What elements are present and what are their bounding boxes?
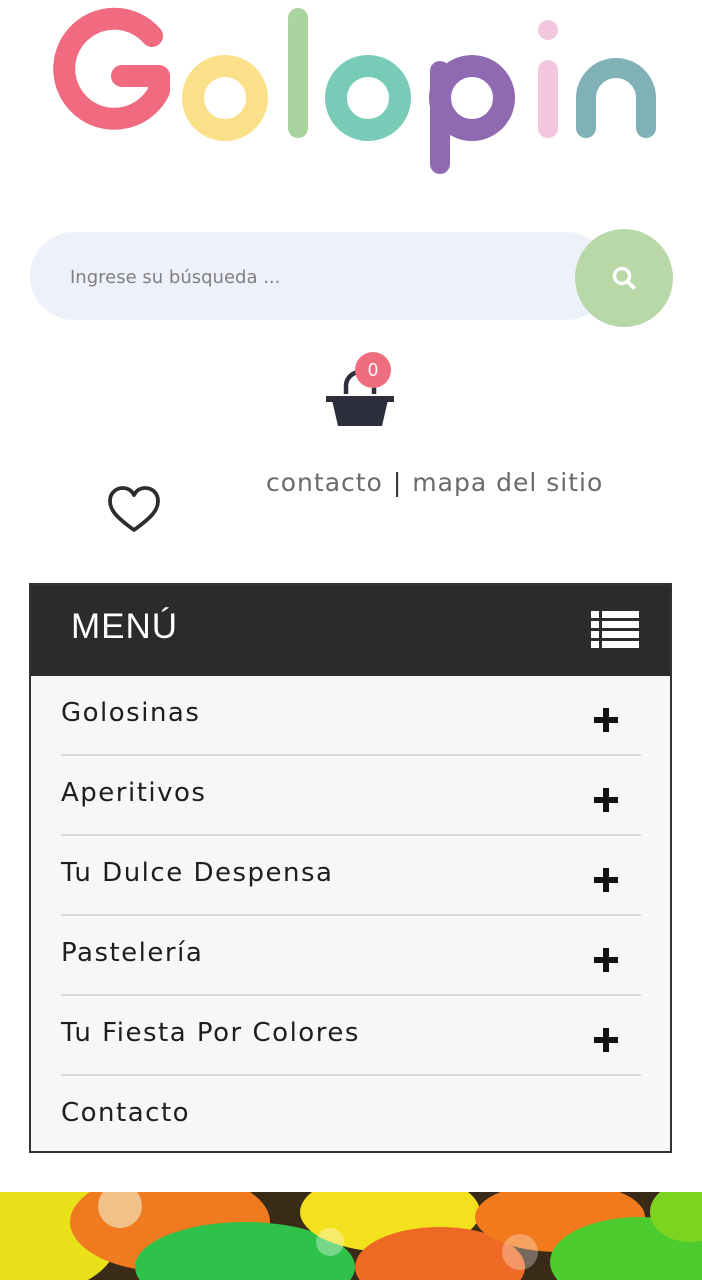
plus-icon[interactable]	[594, 788, 618, 812]
menu-item-label: Pastelería	[61, 938, 204, 968]
menu-item-label: Aperitivos	[61, 778, 207, 808]
search-bar	[30, 232, 610, 322]
menu-item-contacto[interactable]: Contacto	[61, 1076, 641, 1156]
search-icon	[612, 266, 636, 290]
menu-header[interactable]: MENÚ	[31, 585, 670, 676]
plus-icon[interactable]	[594, 868, 618, 892]
logo-letter-g	[53, 7, 170, 130]
menu-item-label: Tu Dulce Despensa	[61, 858, 334, 888]
cart-count-badge: 0	[355, 352, 391, 388]
candy-banner-image	[0, 1192, 702, 1280]
search-input[interactable]	[68, 232, 572, 322]
link-separator: |	[392, 468, 403, 497]
menu-item-tu-dulce-despensa[interactable]: Tu Dulce Despensa	[61, 836, 641, 916]
menu-item-tu-fiesta-por-colores[interactable]: Tu Fiesta Por Colores	[61, 996, 641, 1076]
logo-letter-o	[182, 55, 268, 141]
menu-item-golosinas[interactable]: Golosinas	[61, 676, 641, 756]
menu-title: MENÚ	[71, 607, 179, 646]
menu-item-label: Contacto	[61, 1098, 191, 1128]
search-button[interactable]	[575, 229, 673, 327]
golopin-logo[interactable]	[34, 6, 668, 176]
menu-item-pasteleria[interactable]: Pastelería	[61, 916, 641, 996]
top-links: contacto | mapa del sitio	[266, 468, 603, 497]
list-icon[interactable]	[591, 611, 639, 649]
contact-link[interactable]: contacto	[266, 468, 383, 497]
heart-icon[interactable]	[106, 484, 162, 536]
plus-icon[interactable]	[594, 948, 618, 972]
menu-items: Golosinas Aperitivos Tu Dulce Despensa P…	[61, 676, 641, 1156]
menu-item-aperitivos[interactable]: Aperitivos	[61, 756, 641, 836]
plus-icon[interactable]	[594, 708, 618, 732]
main-menu: MENÚ Golosinas Aperitivos Tu Dulce Despe…	[29, 583, 672, 1153]
plus-icon[interactable]	[594, 1028, 618, 1052]
logo-letter-o2	[325, 55, 411, 141]
menu-item-label: Tu Fiesta Por Colores	[61, 1018, 360, 1048]
menu-item-label: Golosinas	[61, 698, 201, 728]
logo-letter-i-dot	[538, 20, 558, 40]
logo-letter-n	[576, 58, 656, 138]
sitemap-link[interactable]: mapa del sitio	[412, 468, 603, 497]
